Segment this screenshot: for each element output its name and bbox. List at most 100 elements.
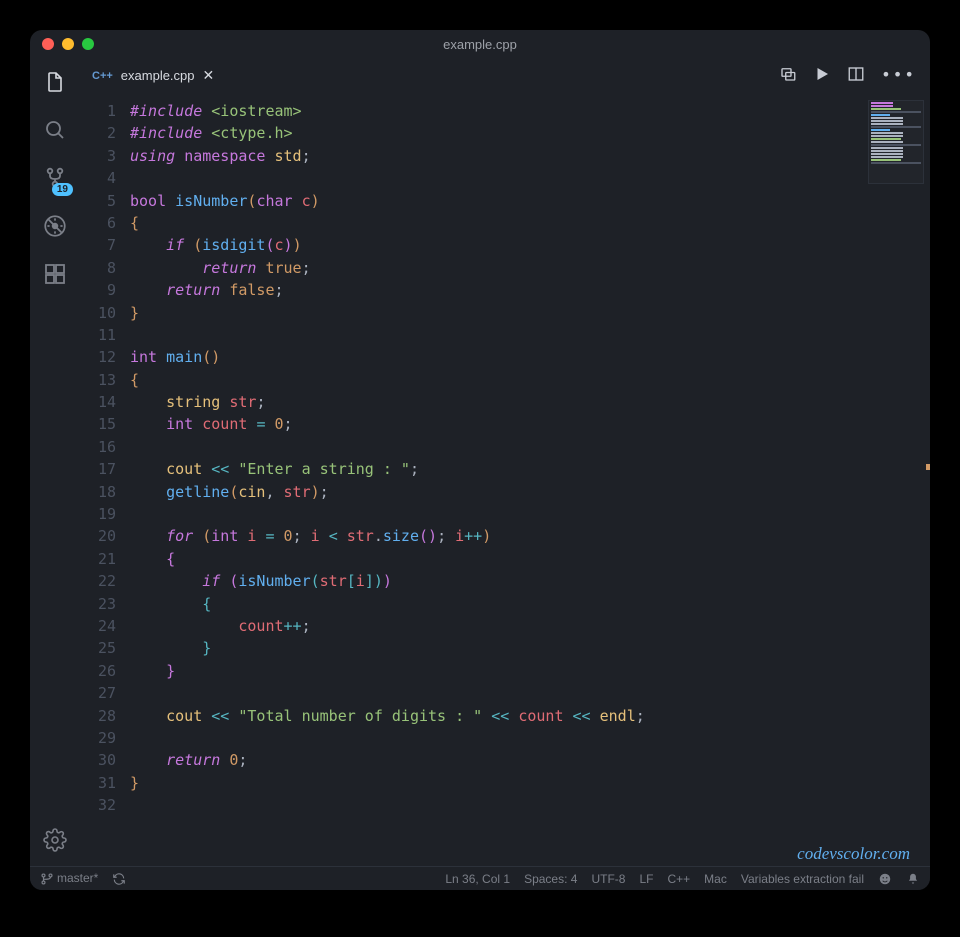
line-number: 8 [80,257,116,279]
line-number: 15 [80,413,116,435]
line-number: 29 [80,727,116,749]
code-line[interactable]: getline(cin, str); [130,481,930,503]
line-number: 16 [80,436,116,458]
more-actions-icon[interactable]: ••• [881,65,916,87]
git-branch[interactable]: master* [40,871,98,886]
line-number: 6 [80,212,116,234]
code-line[interactable]: return 0; [130,749,930,771]
line-number: 28 [80,705,116,727]
code-line[interactable]: return false; [130,279,930,301]
sync-icon[interactable] [112,871,126,886]
extensions-icon[interactable] [41,260,69,288]
code-line[interactable] [130,794,930,816]
code-line[interactable] [130,682,930,704]
line-number: 3 [80,145,116,167]
line-number: 10 [80,302,116,324]
code-line[interactable]: string str; [130,391,930,413]
find-replace-icon[interactable] [779,65,797,87]
tab-filename: example.cpp [121,68,195,83]
overview-ruler-mark [926,464,930,470]
line-number: 30 [80,749,116,771]
encoding[interactable]: UTF-8 [591,872,625,886]
line-number: 22 [80,570,116,592]
line-number: 5 [80,190,116,212]
eol[interactable]: LF [639,872,653,886]
settings-gear-icon[interactable] [41,826,69,854]
line-number: 12 [80,346,116,368]
line-number: 17 [80,458,116,480]
run-icon[interactable] [813,65,831,87]
code-line[interactable]: { [130,212,930,234]
editor-group: C++ example.cpp ✕ ••• [80,58,930,866]
code-line[interactable]: int main() [130,346,930,368]
editor-actions: ••• [779,65,930,87]
code-line[interactable]: #include <iostream> [130,100,930,122]
code-line[interactable] [130,324,930,346]
titlebar: example.cpp [30,30,930,58]
line-number: 7 [80,234,116,256]
source-control-icon[interactable]: 19 [41,164,69,192]
notifications-icon[interactable] [906,871,920,886]
code-line[interactable] [130,503,930,525]
code-line[interactable]: { [130,593,930,615]
search-icon[interactable] [41,116,69,144]
line-number: 11 [80,324,116,346]
code-line[interactable]: bool isNumber(char c) [130,190,930,212]
code-line[interactable]: cout << "Enter a string : "; [130,458,930,480]
line-number: 23 [80,593,116,615]
line-number: 20 [80,525,116,547]
main-area: 19 C++ example.cpp ✕ [30,58,930,866]
line-number: 27 [80,682,116,704]
line-number: 25 [80,637,116,659]
line-number: 9 [80,279,116,301]
tabs-bar: C++ example.cpp ✕ ••• [80,58,930,94]
debug-icon[interactable] [41,212,69,240]
code-line[interactable]: } [130,302,930,324]
os-indicator[interactable]: Mac [704,872,727,886]
code-line[interactable]: { [130,548,930,570]
status-bar: master* Ln 36, Col 1 Spaces: 4 UTF-8 LF … [30,866,930,890]
minimap[interactable] [868,100,924,184]
activity-bar: 19 [30,58,80,866]
code-editor[interactable]: 1234567891011121314151617181920212223242… [80,94,930,866]
code-content[interactable]: #include <iostream>#include <ctype.h>usi… [130,94,930,866]
line-number: 1 [80,100,116,122]
code-line[interactable]: { [130,369,930,391]
status-message[interactable]: Variables extraction fail [741,872,864,886]
close-tab-icon[interactable]: ✕ [203,67,215,84]
code-line[interactable]: } [130,660,930,682]
line-number: 24 [80,615,116,637]
line-number: 19 [80,503,116,525]
line-number: 21 [80,548,116,570]
explorer-icon[interactable] [41,68,69,96]
code-line[interactable]: if (isdigit(c)) [130,234,930,256]
code-line[interactable] [130,727,930,749]
code-line[interactable]: int count = 0; [130,413,930,435]
code-line[interactable]: using namespace std; [130,145,930,167]
code-line[interactable]: for (int i = 0; i < str.size(); i++) [130,525,930,547]
line-number: 13 [80,369,116,391]
code-line[interactable]: } [130,637,930,659]
tab-example-cpp[interactable]: C++ example.cpp ✕ [80,58,226,94]
code-line[interactable]: } [130,772,930,794]
code-line[interactable] [130,167,930,189]
cpp-file-icon: C++ [92,70,113,82]
indentation[interactable]: Spaces: 4 [524,872,577,886]
code-line[interactable] [130,436,930,458]
editor-window: example.cpp 19 [30,30,930,890]
window-title: example.cpp [30,37,930,52]
code-line[interactable]: return true; [130,257,930,279]
cursor-position[interactable]: Ln 36, Col 1 [445,872,510,886]
line-number: 14 [80,391,116,413]
code-line[interactable]: cout << "Total number of digits : " << c… [130,705,930,727]
split-editor-icon[interactable] [847,65,865,87]
line-number: 4 [80,167,116,189]
code-line[interactable]: count++; [130,615,930,637]
feedback-icon[interactable] [878,871,892,886]
line-number: 18 [80,481,116,503]
code-line[interactable]: #include <ctype.h> [130,122,930,144]
scm-badge: 19 [52,183,73,196]
watermark: codevscolor.com [797,844,910,864]
code-line[interactable]: if (isNumber(str[i])) [130,570,930,592]
language-mode[interactable]: C++ [667,872,690,886]
